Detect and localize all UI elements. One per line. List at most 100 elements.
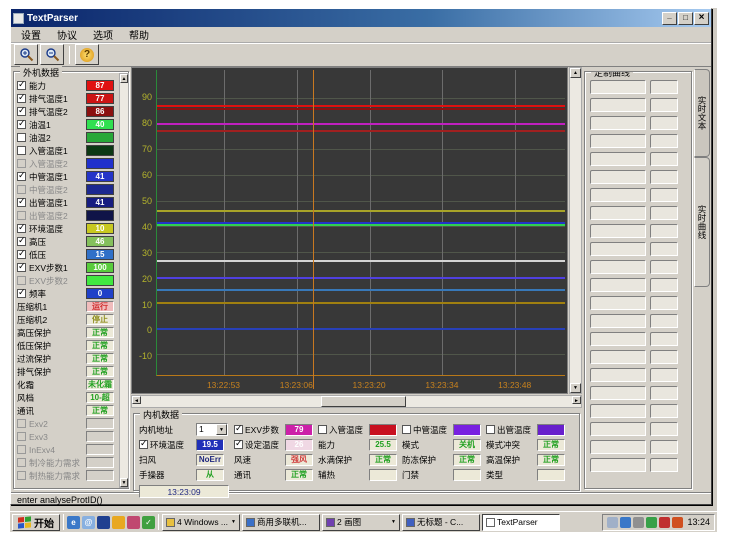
checkbox[interactable]: [17, 237, 26, 246]
curve-value-field[interactable]: [650, 80, 678, 94]
curve-value-field[interactable]: [650, 296, 678, 310]
left-scrollbar[interactable]: ▲ ▼: [119, 73, 129, 488]
curve-name-field[interactable]: [590, 188, 646, 202]
curve-name-field[interactable]: [590, 242, 646, 256]
curve-value-field[interactable]: [650, 170, 678, 184]
ie-icon[interactable]: e: [67, 516, 80, 529]
curve-value-field[interactable]: [650, 152, 678, 166]
power-icon[interactable]: [672, 517, 683, 528]
task-button[interactable]: 2 画图▼: [322, 514, 400, 531]
checkbox[interactable]: [17, 289, 26, 298]
checkbox[interactable]: [17, 94, 26, 103]
menu-item[interactable]: 选项: [85, 26, 121, 43]
maximize-button[interactable]: [678, 12, 693, 25]
chart-panel[interactable]: 9080706050403020100-10 13:22:5313:23:061…: [131, 67, 568, 394]
alarm-icon[interactable]: [659, 517, 670, 528]
checkbox[interactable]: [234, 425, 243, 434]
messenger-icon[interactable]: [620, 517, 631, 528]
task-button[interactable]: 4 Windows ...▼: [162, 514, 240, 531]
checkbox[interactable]: [234, 440, 243, 449]
checkbox[interactable]: [17, 198, 26, 207]
checkbox[interactable]: [17, 107, 26, 116]
curve-name-field[interactable]: [590, 332, 646, 346]
curve-value-field[interactable]: [650, 224, 678, 238]
checkbox[interactable]: [139, 440, 148, 449]
checkbox[interactable]: [318, 425, 327, 434]
curve-name-field[interactable]: [590, 116, 646, 130]
curve-value-field[interactable]: [650, 350, 678, 364]
scroll-right-icon[interactable]: ►: [572, 396, 581, 404]
checkbox[interactable]: [17, 133, 26, 142]
checkbox[interactable]: [486, 425, 495, 434]
curve-name-field[interactable]: [590, 260, 646, 274]
curve-name-field[interactable]: [590, 458, 646, 472]
curve-name-field[interactable]: [590, 350, 646, 364]
checkbox[interactable]: [17, 120, 26, 129]
outlook-icon[interactable]: @: [82, 516, 95, 529]
curve-value-field[interactable]: [650, 188, 678, 202]
curve-value-field[interactable]: [650, 134, 678, 148]
curve-value-field[interactable]: [650, 422, 678, 436]
tab-realtime-text[interactable]: 实时文本: [694, 69, 710, 157]
chart-hscrollbar[interactable]: ◄ ►: [131, 395, 582, 408]
curve-name-field[interactable]: [590, 386, 646, 400]
scroll-up-icon[interactable]: ▲: [120, 74, 128, 83]
menu-item[interactable]: 协议: [49, 26, 85, 43]
hscroll-thumb[interactable]: [321, 396, 406, 407]
printer-icon[interactable]: [607, 517, 618, 528]
minimize-button[interactable]: [662, 12, 677, 25]
curve-value-field[interactable]: [650, 116, 678, 130]
curve-name-field[interactable]: [590, 224, 646, 238]
checkbox[interactable]: [17, 172, 26, 181]
zoom-in-button[interactable]: [14, 44, 38, 65]
curve-name-field[interactable]: [590, 278, 646, 292]
curve-value-field[interactable]: [650, 368, 678, 382]
curve-name-field[interactable]: [590, 368, 646, 382]
curve-name-field[interactable]: [590, 80, 646, 94]
scroll-left-icon[interactable]: ◄: [132, 396, 141, 404]
curve-name-field[interactable]: [590, 98, 646, 112]
zoom-out-button[interactable]: [40, 44, 64, 65]
plot-area[interactable]: [156, 70, 565, 376]
msn-icon[interactable]: [97, 516, 110, 529]
curve-name-field[interactable]: [590, 404, 646, 418]
curve-name-field[interactable]: [590, 422, 646, 436]
scroll-down-icon[interactable]: ▼: [570, 383, 581, 393]
start-button[interactable]: 开始: [12, 514, 60, 531]
curve-name-field[interactable]: [590, 440, 646, 454]
curve-value-field[interactable]: [650, 260, 678, 274]
tab-realtime-curve[interactable]: 实时曲线: [694, 157, 710, 287]
curve-value-field[interactable]: [650, 206, 678, 220]
update-icon[interactable]: ✓: [142, 516, 155, 529]
curve-name-field[interactable]: [590, 296, 646, 310]
checkbox[interactable]: [17, 224, 26, 233]
curve-value-field[interactable]: [650, 278, 678, 292]
task-button[interactable]: TextParser: [482, 514, 560, 531]
curve-name-field[interactable]: [590, 170, 646, 184]
close-button[interactable]: [694, 12, 709, 25]
chevron-down-icon[interactable]: ▼: [216, 424, 227, 435]
curve-value-field[interactable]: [650, 440, 678, 454]
task-button[interactable]: 无标题 - C...: [402, 514, 480, 531]
checkbox[interactable]: [17, 250, 26, 259]
curve-value-field[interactable]: [650, 404, 678, 418]
curve-value-field[interactable]: [650, 314, 678, 328]
curve-name-field[interactable]: [590, 134, 646, 148]
curve-name-field[interactable]: [590, 206, 646, 220]
menu-item[interactable]: 设置: [13, 26, 49, 43]
help-button[interactable]: ?: [75, 44, 99, 65]
checkbox[interactable]: [17, 146, 26, 155]
scroll-up-icon[interactable]: ▲: [570, 68, 581, 78]
curve-value-field[interactable]: [650, 98, 678, 112]
curve-value-field[interactable]: [650, 458, 678, 472]
curve-name-field[interactable]: [590, 152, 646, 166]
volume-icon[interactable]: [633, 517, 644, 528]
checkbox[interactable]: [402, 425, 411, 434]
curve-name-field[interactable]: [590, 314, 646, 328]
chart-vscrollbar[interactable]: ▲ ▼: [569, 67, 582, 394]
checkbox[interactable]: [17, 81, 26, 90]
scroll-down-icon[interactable]: ▼: [120, 478, 128, 487]
curve-value-field[interactable]: [650, 242, 678, 256]
media-icon[interactable]: [112, 516, 125, 529]
address-dropdown[interactable]: 1▼: [196, 423, 228, 436]
